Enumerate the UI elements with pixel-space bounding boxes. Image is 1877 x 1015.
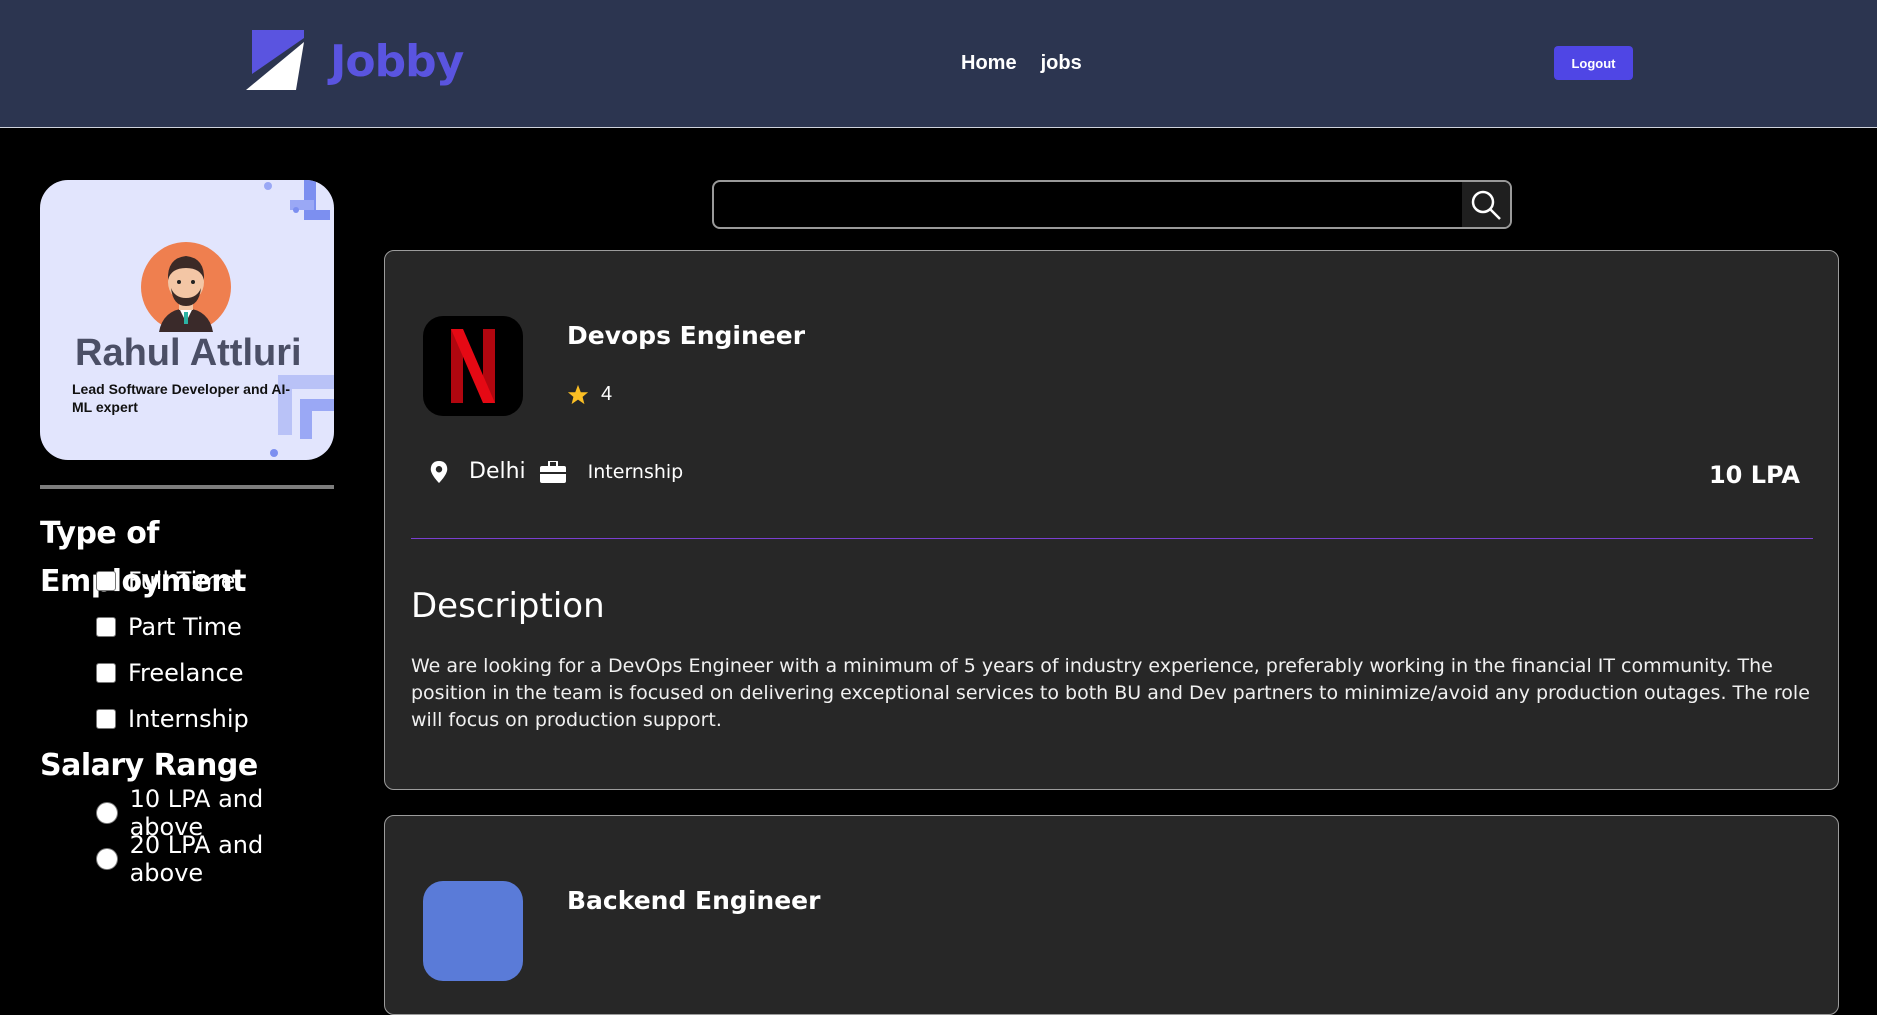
app-header: Jobby Home jobs Logout [0, 0, 1877, 128]
employment-option[interactable]: Internship [40, 696, 340, 742]
freelance-checkbox[interactable] [96, 663, 116, 683]
nav-jobs-link[interactable]: jobs [1041, 52, 1082, 75]
salary-20-radio[interactable] [96, 848, 118, 870]
part-time-label[interactable]: Part Time [128, 613, 242, 641]
salary-20-label[interactable]: 20 LPA and above [130, 831, 340, 887]
search-bar [712, 180, 1512, 229]
location-icon [430, 460, 448, 483]
job-card[interactable]: Devops Engineer 4 Delhi Internship 10 LP… [384, 250, 1839, 790]
job-employment-type: Internship [587, 460, 684, 483]
profile-card: Rahul Attluri Lead Software Developer an… [40, 180, 334, 460]
full-time-label[interactable]: Full Time [128, 567, 235, 595]
job-title[interactable]: Backend Engineer [567, 886, 820, 915]
nav-home-link[interactable]: Home [961, 52, 1017, 75]
salary-10-radio[interactable] [96, 802, 118, 824]
company-logo [423, 881, 523, 981]
company-logo [423, 316, 523, 416]
job-title[interactable]: Devops Engineer [567, 321, 805, 350]
star-icon [567, 384, 589, 404]
salary-range-heading: Salary Range [40, 748, 258, 783]
description-heading: Description [411, 586, 605, 626]
logout-button[interactable]: Logout [1554, 46, 1633, 80]
part-time-checkbox[interactable] [96, 617, 116, 637]
salary-option[interactable]: 20 LPA and above [40, 831, 340, 887]
profile-name: Rahul Attluri [75, 332, 302, 374]
main-nav: Home jobs [961, 52, 1082, 75]
card-divider [411, 538, 1813, 539]
brand-name[interactable]: Jobby [330, 36, 464, 87]
job-card[interactable]: Backend Engineer [384, 815, 1839, 1015]
freelance-label[interactable]: Freelance [128, 659, 243, 687]
internship-label[interactable]: Internship [128, 705, 249, 733]
job-rating: 4 [567, 383, 612, 406]
search-icon [1471, 190, 1501, 220]
avatar [141, 242, 231, 332]
job-meta: Delhi Internship [429, 459, 683, 484]
decorative-pattern-icon [264, 180, 330, 220]
sidebar-divider [40, 485, 334, 489]
rating-value: 4 [601, 383, 613, 405]
full-time-checkbox[interactable] [96, 571, 116, 591]
profile-bio: Lead Software Developer and AI-ML expert [72, 381, 291, 415]
job-location: Delhi [469, 459, 526, 484]
search-input[interactable] [714, 182, 1462, 227]
employment-option[interactable]: Part Time [40, 604, 340, 650]
employment-type-heading: Type of Employment [40, 516, 246, 599]
filters-panel: Type of Employment Full Time Part Time F… [40, 510, 340, 887]
salary-option[interactable]: 10 LPA and above [40, 785, 340, 841]
employment-option[interactable]: Freelance [40, 650, 340, 696]
internship-checkbox[interactable] [96, 709, 116, 729]
netflix-logo-icon [451, 329, 495, 403]
job-package: 10 LPA [1708, 461, 1800, 489]
search-button[interactable] [1462, 182, 1510, 227]
jobby-logo-icon[interactable] [246, 30, 304, 90]
briefcase-icon [539, 460, 566, 483]
job-description: We are looking for a DevOps Engineer wit… [411, 655, 1810, 731]
